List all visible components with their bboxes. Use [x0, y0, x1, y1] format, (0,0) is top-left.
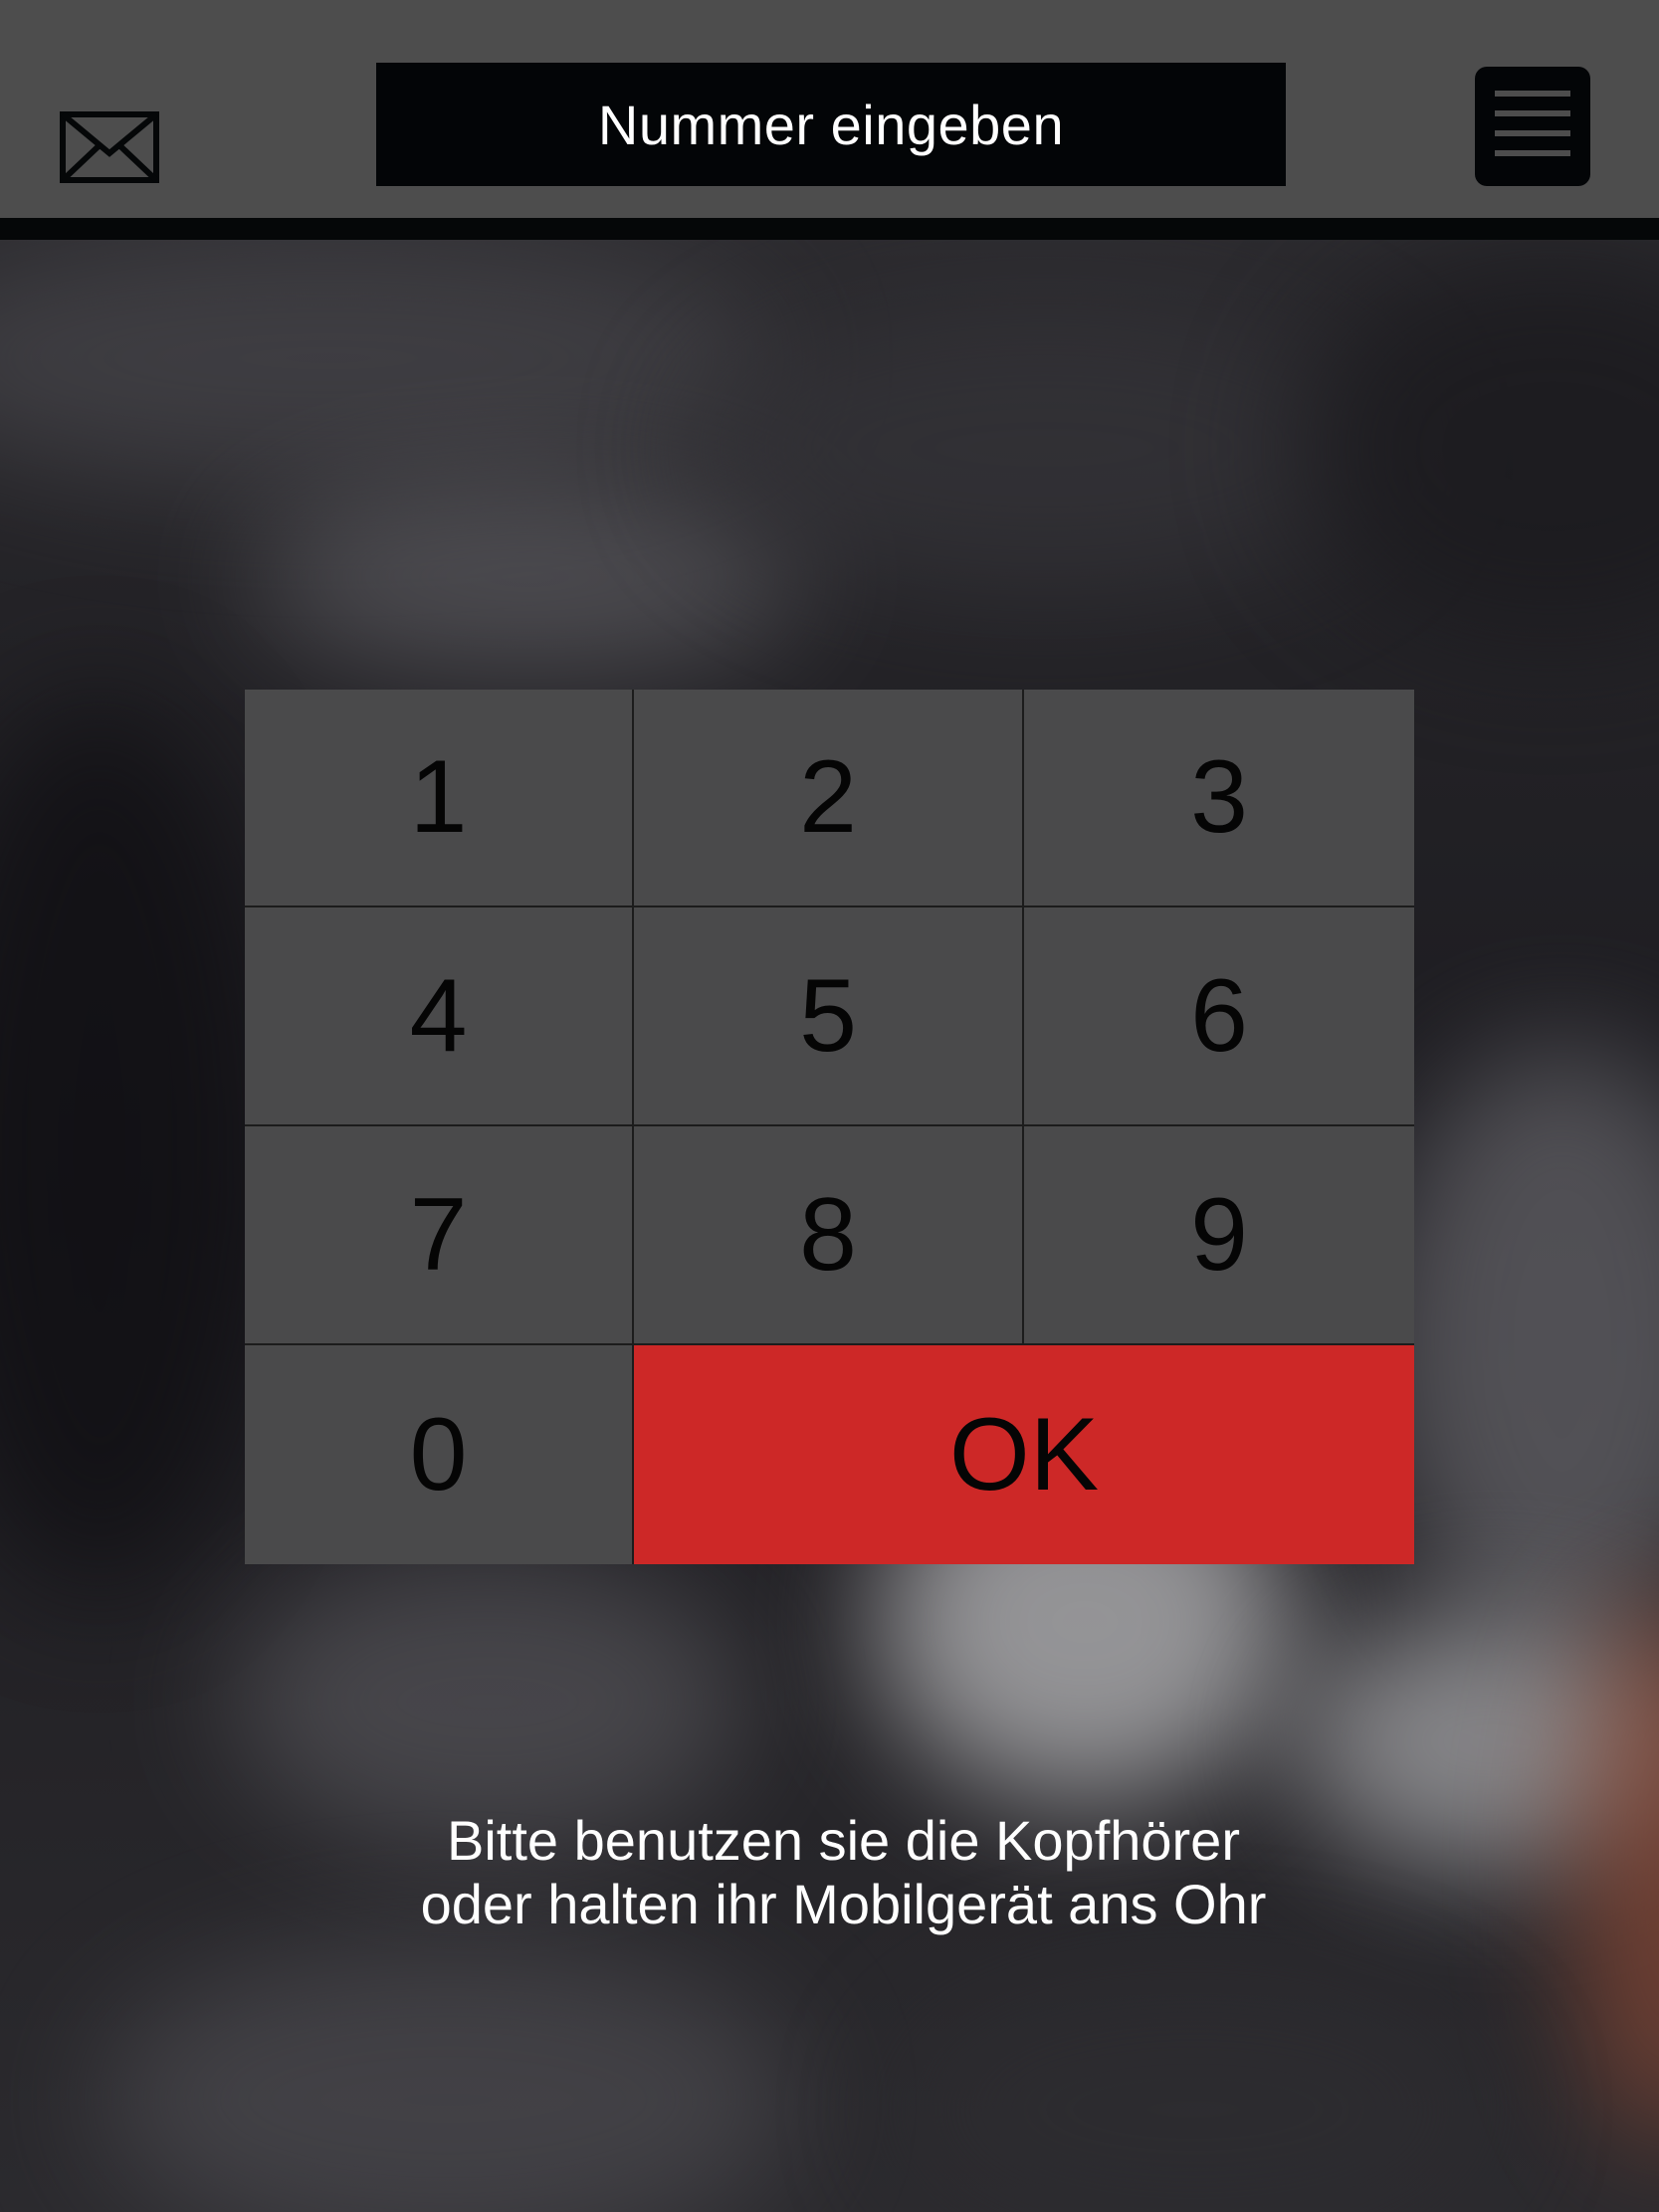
key-2[interactable]: 2: [634, 690, 1024, 907]
instruction-text: Bitte benutzen sie die Kopfhörer oder ha…: [0, 1809, 1659, 1936]
instruction-line-1: Bitte benutzen sie die Kopfhörer: [447, 1809, 1240, 1872]
key-8[interactable]: 8: [634, 1126, 1024, 1345]
key-4[interactable]: 4: [245, 907, 634, 1126]
page-title: Nummer eingeben: [376, 63, 1286, 186]
instruction-line-2: oder halten ihr Mobilgerät ans Ohr: [420, 1873, 1267, 1935]
key-0[interactable]: 0: [245, 1345, 634, 1564]
key-7[interactable]: 7: [245, 1126, 634, 1345]
ok-button[interactable]: OK: [634, 1345, 1414, 1564]
top-bar: Nummer eingeben: [0, 0, 1659, 240]
key-3[interactable]: 3: [1024, 690, 1414, 907]
number-keypad: 1 2 3 4 5 6 7 8 9 0 OK: [245, 690, 1414, 1564]
key-6[interactable]: 6: [1024, 907, 1414, 1126]
hamburger-menu-icon[interactable]: [1475, 67, 1590, 186]
key-1[interactable]: 1: [245, 690, 634, 907]
envelope-icon[interactable]: [60, 111, 159, 183]
key-5[interactable]: 5: [634, 907, 1024, 1126]
key-9[interactable]: 9: [1024, 1126, 1414, 1345]
